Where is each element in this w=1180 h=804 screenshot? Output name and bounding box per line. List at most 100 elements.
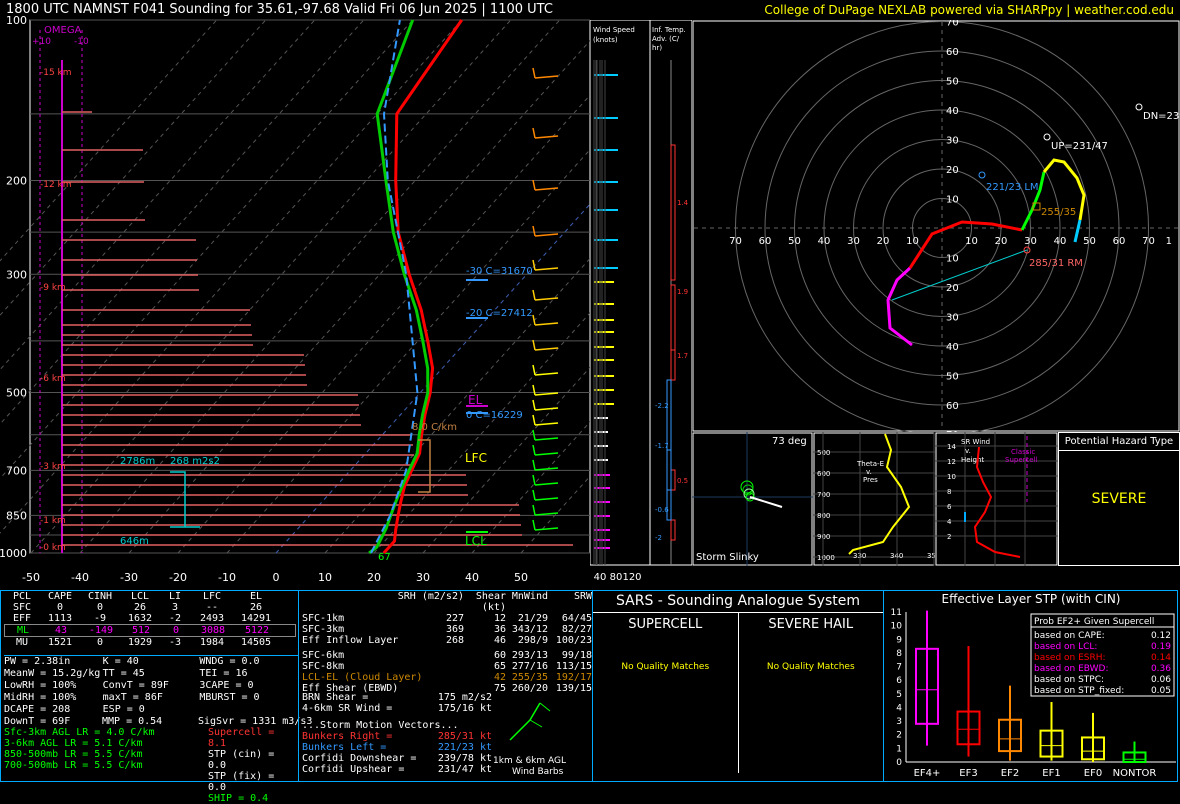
parcel-cell: 5122 [244,625,270,636]
index-row: PW = 2.38in K = 40 WNDG = 0.0 [4,656,298,668]
stp-ytick: 7 [896,663,902,673]
temperature-line [382,19,463,555]
kin-cell [422,650,464,661]
lapse-rate: 3-6km AGL LR = 5.1 C/km [4,738,143,749]
hodo-trace-6-9km [1020,171,1046,231]
hodo-trace-0-3km [886,266,913,347]
prob-label: based on EBWD: [1034,664,1109,674]
parcel-cell: ML [16,625,30,636]
kin-cell: Eff Inflow Layer [302,635,399,646]
prob-value: 0.14 [1151,653,1171,663]
wind-barb [534,437,559,441]
svg-text:v.: v. [866,468,872,476]
kin-row: Eff Inflow Layer 268 46 298/9 100/23 [302,635,592,646]
hodo-ring-label: 20 [995,236,1008,247]
mean-wind-label: 255/35 [1041,207,1076,218]
index-cell: K = 40 [102,656,139,667]
temp-advection-panel: Inf. Temp. Adv. (C/ hr) 1.4 1.9 1.7 -2.2 -1.… [650,20,692,566]
hodo-ring-label: 10 [906,236,919,247]
stp-category: EF0 [1084,768,1102,779]
stp-ytick: 8 [896,649,902,659]
parcel-cell: 0 [172,625,180,636]
hodo-ring-label: 10 [946,254,959,265]
wind-barb [534,467,559,471]
kin-extra-value: 175 m2/s2 [437,692,492,703]
tadv-title: Inf. Temp. [652,26,686,34]
composite-index: STP (fix) = 0.0 [208,771,275,793]
temp-tick: -40 [71,571,89,584]
svg-text:Adv. (C/: Adv. (C/ [652,35,680,43]
hazard-value: SEVERE [1091,491,1147,507]
hodo-ring-label: 30 [847,236,860,247]
tadv-value: 1.7 [677,352,688,360]
sr-wind-ytick: 8 [947,488,951,496]
temp-tick: 30 [416,571,430,584]
prob-label: based on STP_fixed: [1034,686,1124,696]
pressure-tick: 300 [6,268,27,281]
kin-cell: 293/13 [511,650,548,661]
lapse-rate: 850-500mb LR = 5.5 C/km [4,749,143,760]
hodo-ring-label: 40 [946,106,959,117]
hodo-ring-label: 20 [877,236,890,247]
parcel-header: CINH [87,591,113,602]
wind-barb [534,297,559,301]
parcel-cell: MU [15,637,29,648]
parcel-cell: 1113 [47,613,73,624]
cold-advection-bar [666,449,672,491]
kin-extra-value: 285/31 kt [437,731,492,742]
parcel-header: LFC [202,591,222,602]
kin-extra-label: BRN Shear = [302,692,369,703]
index-cell: TT = 45 [102,668,145,679]
parcel-row: EFF 1113 -9 1632 -2 2493 14291 [4,613,296,624]
index-cell: PW = 2.38in [4,656,71,667]
temp-tick: 40 [465,571,479,584]
kin-cell: 46 [493,635,506,646]
hodo-ring-label: 40 [946,342,959,353]
index-cell: maxT = 86F [102,692,163,703]
pressure-tick: 100 [6,14,27,27]
kin-cell: 64/45 [561,613,592,624]
theta-e-ytick: 800 [817,512,830,520]
kin-cell: 277/16 [511,661,548,672]
parcel-cell: 0 [96,602,104,613]
hodo-ring-label: 50 [946,77,959,88]
stp-ytick: 3 [896,717,902,727]
prob-value: 0.19 [1151,642,1171,652]
prob-value: 0.12 [1151,631,1171,641]
height-km-label: -0 km [40,543,66,553]
stp-category: EF4+ [914,768,941,779]
parcel-cell: 0 [56,602,64,613]
kin-cell: 42 [493,672,506,683]
height-km-label: -3 km [40,462,66,472]
parcel-cell: -9 [93,613,107,624]
lfc-label: LFC [465,451,487,465]
wind-barb [534,407,559,411]
parcel-row: SFC 0 0 26 3 -- 26 [4,602,296,613]
sars-sup-result: No Quality Matches [621,662,710,672]
corfidi-downshear-marker [1135,103,1143,111]
hodo-ring-label: 30 [946,313,959,324]
parcel-cell: 1984 [199,637,225,648]
sars-supercell: SUPERCELL [628,617,703,632]
hodo-ring-label: 10 [946,195,959,206]
index-cell: MeanW = 15.2g/kg [4,668,101,679]
rm-label: 285/31 RM [1029,258,1083,269]
wind-barb [534,372,559,376]
isotherm-m20-label: -20 C=27412 [466,308,533,319]
kin-cell: 268 [445,635,464,646]
svg-text:Supercell: Supercell [1005,456,1037,464]
kinematic-table: SRH (m2/s2) Shear (kt) MnWind SRW SFC-1km 22… [302,591,592,694]
hodo-ring-label: 50 [788,236,801,247]
kin-extra-label: Bunkers Left = [302,742,387,753]
prob-label: based on STPC: [1034,675,1104,685]
sars-hail-result: No Quality Matches [766,662,855,672]
pressure-tick: 700 [6,464,27,477]
parcel-header: PCL [12,591,32,602]
tadv-value: 1.4 [677,199,689,207]
theta-e-label: Theta-E [856,460,884,468]
sr-wind-ytick: 4 [947,518,952,526]
kin-header: SRH (m2/s2) [397,591,464,602]
isotherm [520,475,590,554]
sr-wind-note: Classic [1011,448,1035,456]
sr-wind-label: SR Wind [961,438,990,446]
